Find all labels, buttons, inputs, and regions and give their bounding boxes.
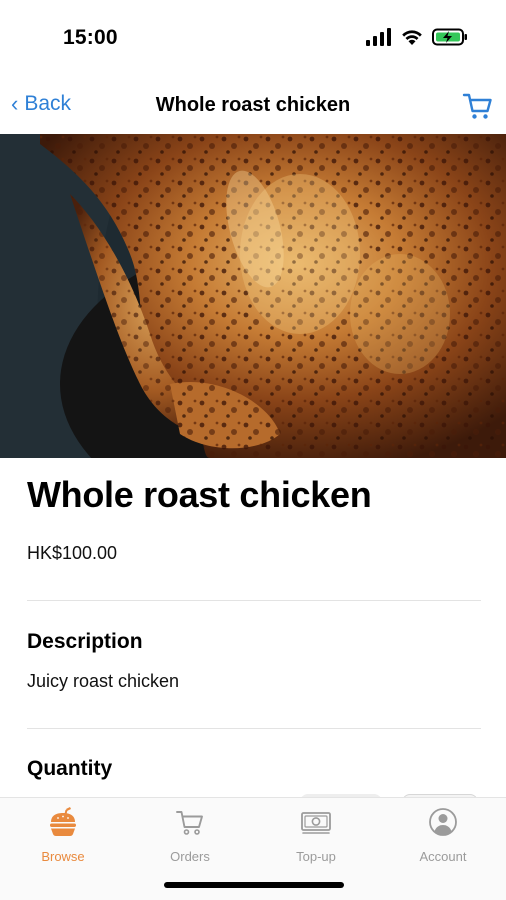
tab-label: Account [419, 849, 467, 864]
tab-browse[interactable]: Browse [0, 806, 126, 866]
money-icon [301, 812, 331, 834]
signal-icon [366, 28, 391, 46]
product-price: HK$100.00 [27, 543, 118, 563]
wifi-icon [402, 30, 422, 45]
nav-bar: ‹ Back Whole roast chicken [0, 78, 506, 134]
tab-orders[interactable]: Orders [127, 806, 253, 866]
product-image [0, 134, 506, 458]
battery-charging-icon [432, 28, 467, 46]
burger-icon [50, 807, 76, 836]
page-title: Whole roast chicken [155, 94, 351, 116]
description-heading: Description [27, 630, 143, 653]
tab-account[interactable]: Account [380, 806, 506, 866]
tab-label: Top-up [296, 849, 336, 864]
tab-label: Browse [41, 849, 85, 864]
tab-top-up[interactable]: Top-up [253, 806, 379, 866]
status-icons [366, 28, 468, 46]
product-title: Whole roast chicken [27, 474, 372, 515]
divider [27, 600, 481, 601]
status-bar: 15:00 [0, 0, 506, 78]
quantity-heading: Quantity [27, 757, 113, 780]
tab-label: Orders [170, 849, 210, 864]
divider [27, 728, 481, 729]
roast-chicken-photo [0, 134, 506, 458]
description-text: Juicy roast chicken [27, 671, 180, 691]
cart-icon [176, 811, 203, 835]
cart-icon[interactable] [462, 90, 494, 122]
user-circle-icon [429, 808, 457, 836]
status-time: 15:00 [63, 26, 118, 49]
home-indicator[interactable] [164, 882, 344, 888]
